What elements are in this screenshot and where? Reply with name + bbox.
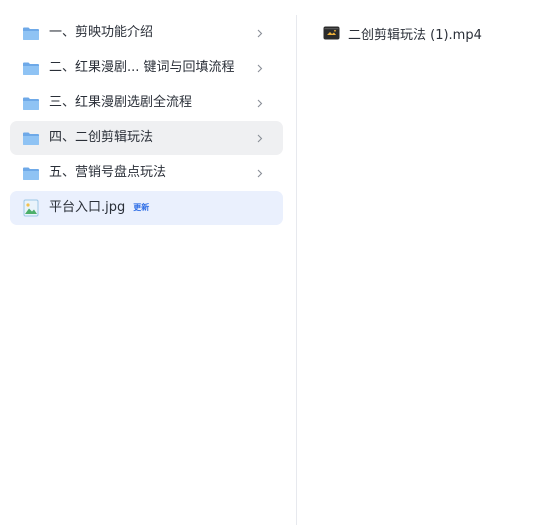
folder-item-1[interactable]: 一、剪映功能介绍	[10, 16, 283, 50]
folder-item-label: 五、营销号盘点玩法	[49, 165, 167, 180]
folder-list-pane: 一、剪映功能介绍 二、红果漫剧... 键词与回填流程 三、红果漫剧选剧全流程 四…	[0, 0, 296, 525]
folder-item-2[interactable]: 二、红果漫剧... 键词与回填流程	[10, 51, 283, 85]
chevron-right-icon[interactable]	[255, 165, 265, 181]
folder-item-label: 一、剪映功能介绍	[49, 25, 154, 40]
file-item-label: 平台入口.jpg	[49, 200, 126, 215]
file-item-image[interactable]: 平台入口.jpg 更新	[10, 191, 283, 225]
chevron-right-icon[interactable]	[255, 130, 265, 146]
image-file-icon	[22, 199, 40, 217]
video-file-icon	[323, 26, 340, 40]
chevron-right-icon[interactable]	[255, 25, 265, 41]
folder-item-4[interactable]: 四、二创剪辑玩法	[10, 121, 283, 155]
file-browser: 一、剪映功能介绍 二、红果漫剧... 键词与回填流程 三、红果漫剧选剧全流程 四…	[0, 0, 559, 525]
folder-item-3[interactable]: 三、红果漫剧选剧全流程	[10, 86, 283, 120]
chevron-right-icon[interactable]	[255, 60, 265, 76]
file-item-video[interactable]: 二创剪辑玩法 (1).mp4	[323, 24, 482, 43]
folder-item-label: 四、二创剪辑玩法	[49, 130, 154, 145]
chevron-right-icon[interactable]	[255, 95, 265, 111]
folder-icon	[22, 165, 40, 181]
file-item-label: 二创剪辑玩法 (1).mp4	[348, 27, 482, 43]
file-detail-pane: 二创剪辑玩法 (1).mp4	[297, 0, 559, 525]
folder-item-label: 三、红果漫剧选剧全流程	[49, 95, 193, 110]
update-badge: 更新	[133, 203, 150, 212]
folder-item-5[interactable]: 五、营销号盘点玩法	[10, 156, 283, 190]
folder-icon	[22, 95, 40, 111]
folder-icon	[22, 25, 40, 41]
folder-icon	[22, 130, 40, 146]
folder-icon	[22, 60, 40, 76]
folder-item-label: 二、红果漫剧... 键词与回填流程	[49, 60, 235, 75]
